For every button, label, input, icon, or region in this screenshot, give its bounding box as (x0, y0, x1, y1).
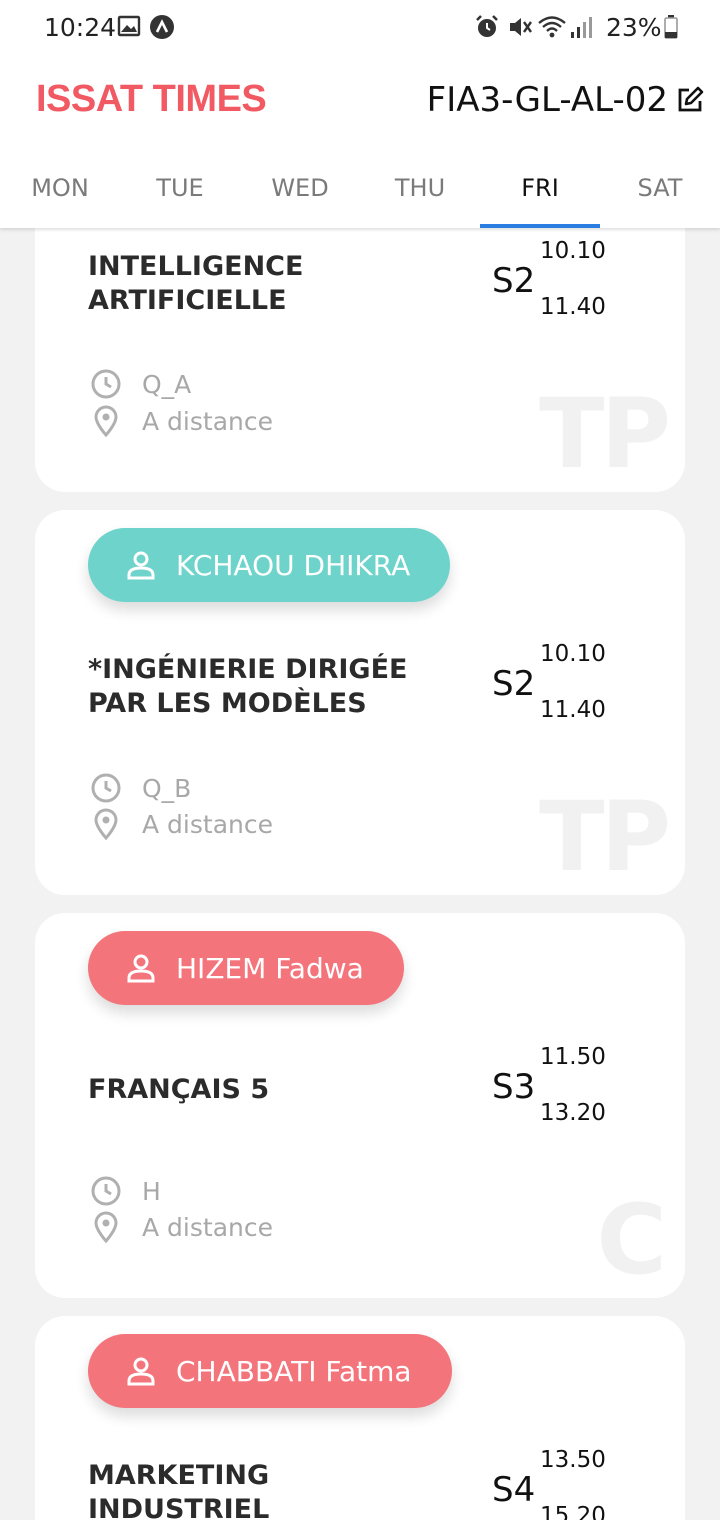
edit-icon (678, 86, 704, 112)
location-row: A distance (90, 1211, 273, 1243)
signal-icon (570, 14, 594, 45)
edit-group-button[interactable] (676, 86, 704, 114)
tab-fri[interactable]: FRI (480, 164, 600, 228)
session-type-mark: C (596, 1184, 667, 1296)
end-time: 11.40 (540, 697, 606, 723)
status-bar: 10:24 23% (0, 0, 720, 56)
status-time: 10:24 (44, 13, 117, 42)
location-row: A distance (90, 405, 273, 437)
subject-name: INTELLIGENCE ARTIFICIELLE (88, 251, 304, 316)
clock-icon (91, 369, 121, 399)
person-icon (127, 1357, 155, 1386)
end-time: 11.40 (540, 294, 606, 320)
teacher-chip[interactable]: HIZEM Fadwa (88, 931, 404, 1005)
session-number: S2 (492, 261, 536, 301)
location-label: A distance (142, 809, 273, 839)
location-pin-icon (94, 1211, 118, 1243)
end-time: 15.20 (540, 1503, 606, 1520)
location-pin-icon (94, 405, 118, 437)
location-label: A distance (142, 1212, 273, 1242)
tab-sat[interactable]: SAT (600, 164, 720, 228)
subject-name: FRANÇAIS 5 (88, 1074, 270, 1105)
subject-name: MARKETING INDUSTRIEL (88, 1460, 270, 1520)
session-card[interactable]: HIZEM Fadwa FRANÇAIS 5 S3 11.50 13.20 H … (35, 913, 685, 1298)
start-time: 13.50 (540, 1447, 606, 1473)
tab-wed[interactable]: WED (240, 164, 360, 228)
teacher-name: KCHAOU DHIKRA (176, 548, 411, 582)
screen: 10:24 23% ISSAT TIMES FIA3-GL-AL-02 MON … (0, 0, 720, 1520)
group-row: Q_A (90, 368, 191, 400)
tab-thu[interactable]: THU (360, 164, 480, 228)
gallery-icon (117, 14, 141, 43)
session-type-mark: TP (539, 378, 671, 490)
tab-mon[interactable]: MON (0, 164, 120, 228)
group-row: Q_B (90, 772, 191, 804)
group-label: Q_A (142, 369, 192, 399)
session-card[interactable]: CHABBATI Fatma MARKETING INDUSTRIEL S4 1… (35, 1316, 685, 1520)
subject-name: *INGÉNIERIE DIRIGÉE PAR LES MODÈLES (88, 654, 408, 719)
battery-icon (664, 15, 678, 44)
clock-icon (91, 773, 121, 803)
app-notification-icon (149, 14, 175, 45)
day-tabs: MON TUE WED THU FRI SAT (0, 164, 720, 228)
location-pin-icon (94, 808, 118, 840)
group-code[interactable]: FIA3-GL-AL-02 (427, 80, 668, 120)
group-label: H (142, 1176, 161, 1206)
tab-tue[interactable]: TUE (120, 164, 240, 228)
teacher-name: CHABBATI Fatma (176, 1354, 412, 1388)
session-card[interactable]: KCHAOU DHIKRA *INGÉNIERIE DIRIGÉE PAR LE… (35, 510, 685, 895)
clock-icon (91, 1176, 121, 1206)
group-row: H (90, 1175, 161, 1207)
session-type-mark: TP (539, 781, 671, 893)
app-title: ISSAT TIMES (36, 78, 267, 120)
location-row: A distance (90, 808, 273, 840)
session-number: S4 (492, 1470, 536, 1510)
teacher-chip[interactable]: CHABBATI Fatma (88, 1334, 452, 1408)
start-time: 10.10 (540, 641, 606, 667)
teacher-name: HIZEM Fadwa (176, 951, 364, 985)
teacher-chip[interactable]: KCHAOU DHIKRA (88, 528, 451, 602)
session-number: S3 (492, 1067, 536, 1107)
wifi-icon (537, 14, 567, 45)
group-label: Q_B (142, 773, 192, 803)
vibrate-icon (506, 14, 532, 45)
end-time: 13.20 (540, 1100, 606, 1126)
battery-percent: 23% (606, 13, 662, 42)
start-time: 11.50 (540, 1044, 606, 1070)
start-time: 10.10 (540, 238, 606, 264)
person-icon (127, 551, 155, 580)
person-icon (127, 954, 155, 983)
alarm-icon (474, 14, 500, 45)
session-number: S2 (492, 664, 536, 704)
location-label: A distance (142, 406, 273, 436)
app-header: ISSAT TIMES FIA3-GL-AL-02 MON TUE WED TH… (0, 56, 720, 228)
